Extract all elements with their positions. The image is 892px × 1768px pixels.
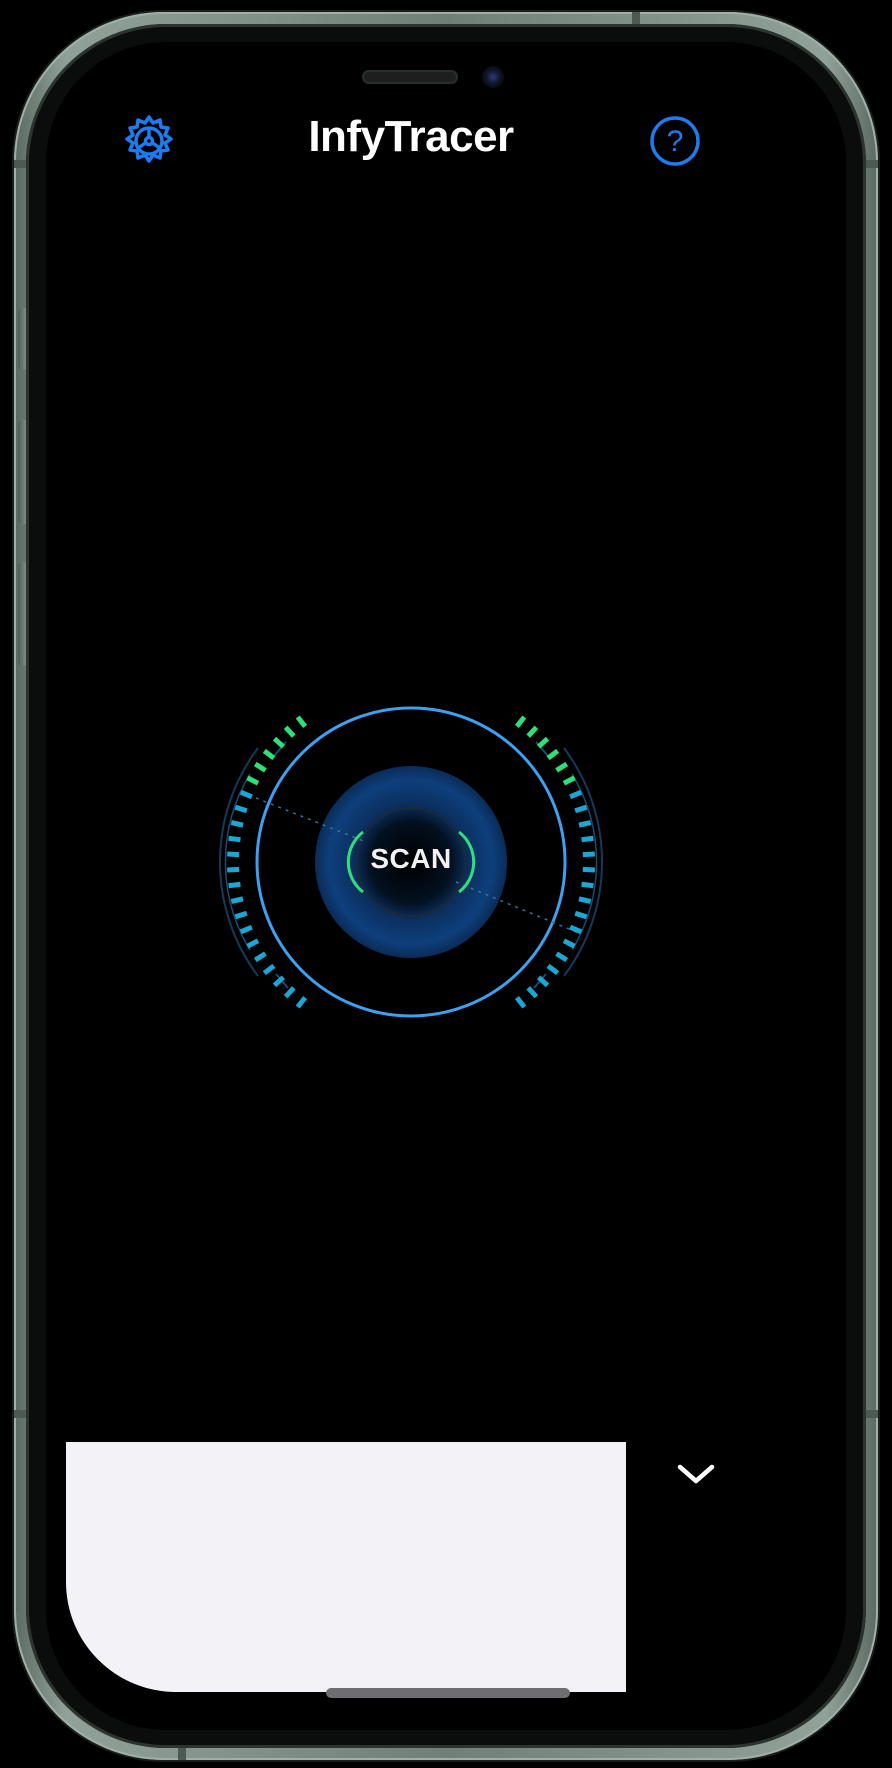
antenna-band: [866, 1410, 878, 1418]
home-indicator[interactable]: [326, 1688, 570, 1698]
meter-segment: [574, 804, 588, 814]
meter-segment: [239, 789, 253, 800]
scan-button[interactable]: SCAN: [354, 802, 468, 916]
help-button[interactable]: ?: [646, 112, 704, 170]
svg-text:?: ?: [667, 125, 684, 158]
meter-segment: [582, 851, 595, 858]
meter-segment: [295, 995, 308, 1009]
meter-segment: [246, 775, 260, 786]
meter-segment: [283, 725, 296, 738]
meter-segment: [272, 736, 286, 749]
meter-segment: [283, 986, 296, 999]
front-camera: [482, 66, 504, 88]
meter-segment: [514, 715, 527, 729]
meter-segment: [295, 715, 308, 729]
meter-segment: [569, 924, 583, 935]
meter-segment: [555, 951, 569, 963]
meter-segment: [234, 910, 248, 920]
device-stage: InfyTracer ? SCAN: [0, 0, 892, 1768]
meter-segment: [581, 835, 594, 843]
meter-segment: [546, 748, 560, 761]
meter-segment: [555, 761, 569, 773]
meter-segment: [262, 963, 276, 976]
meter-segment: [227, 866, 240, 873]
meter-segment: [526, 725, 539, 738]
meter-segment: [228, 835, 241, 843]
collapse-sheet-button[interactable]: [656, 1434, 736, 1514]
earpiece-speaker: [362, 70, 458, 84]
meter-segment: [253, 951, 267, 963]
meter-segment: [574, 910, 588, 920]
meter-segment: [578, 820, 592, 828]
meter-segment: [514, 995, 527, 1009]
antenna-band: [14, 1410, 26, 1418]
meter-segment: [569, 789, 583, 800]
meter-segment: [239, 924, 253, 935]
meter-segment: [246, 938, 260, 949]
meter-segment: [230, 896, 244, 904]
meter-segment: [230, 820, 244, 828]
meter-segment: [536, 736, 550, 749]
antenna-band: [866, 160, 878, 168]
antenna-band: [178, 1746, 186, 1760]
meter-segment: [253, 761, 267, 773]
chevron-down-icon: [677, 1464, 715, 1484]
meter-segment: [227, 851, 240, 858]
meter-segment: [562, 775, 576, 786]
meter-segment: [582, 866, 595, 873]
meter-segment: [546, 963, 560, 976]
app-screen: InfyTracer ? SCAN: [46, 42, 846, 1730]
question-circle-icon: ?: [650, 116, 700, 166]
nav-header: InfyTracer ?: [46, 100, 846, 180]
scanner-widget: SCAN: [186, 702, 636, 1022]
meter-segment: [234, 804, 248, 814]
bottom-sheet[interactable]: [66, 1442, 626, 1692]
meter-segment: [562, 938, 576, 949]
meter-segment: [526, 986, 539, 999]
meter-segment: [262, 748, 276, 761]
antenna-band: [14, 160, 26, 168]
meter-segment: [581, 881, 594, 889]
meter-segment: [578, 896, 592, 904]
meter-segment: [228, 881, 241, 889]
